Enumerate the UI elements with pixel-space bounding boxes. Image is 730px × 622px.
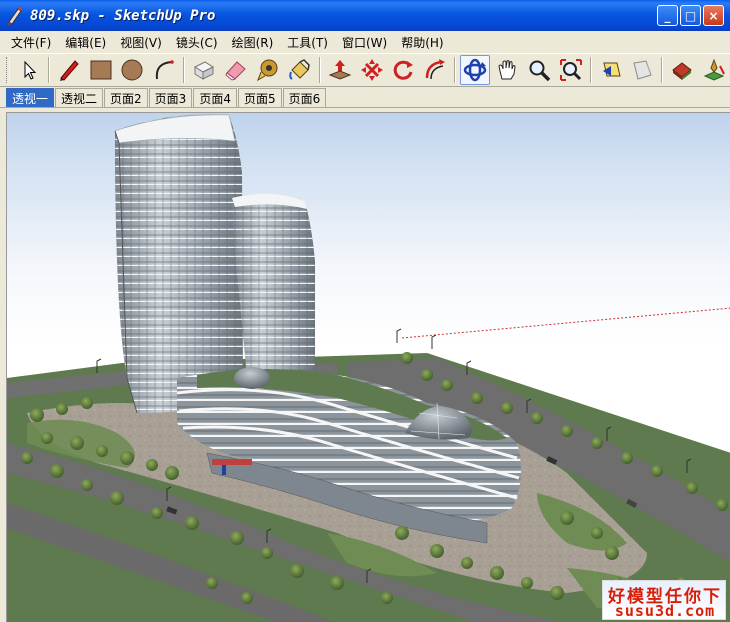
circle-icon	[121, 59, 143, 81]
zoom-extents-button[interactable]	[556, 55, 586, 85]
circle-tool-button[interactable]	[118, 55, 148, 85]
rectangle-tool-button[interactable]	[86, 55, 116, 85]
model-render	[7, 114, 730, 622]
close-icon: ×	[708, 8, 719, 23]
offset-icon	[425, 59, 446, 80]
model-viewport[interactable]: 好模型任你下 susu3d.com	[6, 112, 730, 622]
menu-bar: 文件(F) 编辑(E) 视图(V) 镜头(C) 绘图(R) 工具(T) 窗口(W…	[0, 31, 730, 53]
next-view-icon	[633, 60, 653, 80]
orbit-icon	[463, 58, 487, 82]
secondary-tower	[232, 193, 315, 379]
select-arrow-icon	[24, 60, 37, 80]
pan-tool-button[interactable]	[492, 55, 522, 85]
maximize-button[interactable]: □	[680, 5, 701, 26]
pan-hand-icon	[498, 60, 516, 80]
tape-measure-icon	[256, 59, 278, 82]
main-tower	[114, 114, 243, 414]
paint-bucket-button[interactable]	[285, 55, 315, 85]
pencil-tool-button[interactable]	[54, 55, 84, 85]
title-bar: 809.skp - SketchUp Pro _ □ ×	[0, 0, 730, 31]
maximize-icon: □	[684, 8, 697, 23]
previous-view-button[interactable]	[596, 55, 626, 85]
scene-tabs-bar: 透视一 透视二 页面2 页面3 页面4 页面5 页面6	[0, 87, 730, 108]
orbit-tool-button[interactable]	[460, 55, 491, 85]
arc-icon	[156, 60, 175, 80]
move-tool-button[interactable]	[357, 55, 387, 85]
menu-view[interactable]: 视图(V)	[113, 34, 169, 51]
arc-tool-button[interactable]	[149, 55, 179, 85]
eraser-icon	[225, 61, 246, 81]
scene-tab-perspective-2[interactable]: 透视二	[55, 88, 104, 107]
scene-tab-page-6[interactable]: 页面6	[282, 88, 327, 107]
eraser-tool-button[interactable]	[221, 55, 251, 85]
geo-location-icon	[703, 58, 725, 81]
minimize-button[interactable]: _	[657, 5, 678, 26]
menu-window[interactable]: 窗口(W)	[335, 34, 394, 51]
window-title: 809.skp - SketchUp Pro	[30, 7, 216, 24]
watermark-logo: 好模型任你下 susu3d.com	[602, 580, 726, 620]
paint-bucket-icon	[288, 59, 310, 80]
toolbar-grip[interactable]	[6, 57, 10, 83]
zoom-icon	[529, 60, 551, 82]
scene-tab-page-2[interactable]: 页面2	[104, 88, 148, 107]
move-icon	[360, 59, 383, 81]
close-button[interactable]: ×	[703, 5, 724, 26]
menu-camera[interactable]: 镜头(C)	[169, 34, 225, 51]
menu-file[interactable]: 文件(F)	[4, 34, 58, 51]
make-component-icon	[194, 61, 215, 80]
zoom-extents-icon	[559, 59, 582, 81]
zoom-tool-button[interactable]	[524, 55, 554, 85]
minimize-icon: _	[664, 8, 671, 23]
rotate-tool-button[interactable]	[388, 55, 418, 85]
tape-measure-button[interactable]	[253, 55, 283, 85]
rectangle-icon	[90, 60, 112, 80]
menu-help[interactable]: 帮助(H)	[394, 34, 450, 51]
previous-view-icon	[602, 62, 621, 77]
menu-tools[interactable]: 工具(T)	[280, 34, 335, 51]
sketchup-app-icon[interactable]	[6, 6, 24, 25]
menu-edit[interactable]: 编辑(E)	[58, 34, 113, 51]
scene-tab-perspective-1[interactable]: 透视一	[6, 88, 55, 107]
push-pull-button[interactable]	[325, 55, 355, 85]
rotate-icon	[394, 60, 414, 80]
geo-location-button[interactable]	[699, 55, 729, 85]
warehouse-icon	[672, 62, 693, 80]
warehouse-button[interactable]	[667, 55, 697, 85]
scene-tab-page-3[interactable]: 页面3	[148, 88, 193, 107]
watermark-site: susu3d.com	[614, 602, 716, 620]
pencil-icon	[59, 60, 79, 81]
next-view-button[interactable]	[627, 55, 657, 85]
push-pull-icon	[328, 60, 351, 80]
menu-draw[interactable]: 绘图(R)	[225, 34, 281, 51]
offset-tool-button[interactable]	[420, 55, 450, 85]
main-toolbar	[0, 53, 730, 87]
select-tool-button[interactable]	[14, 55, 44, 85]
make-component-button[interactable]	[189, 55, 219, 85]
scene-tab-page-4[interactable]: 页面4	[193, 88, 237, 107]
scene-tab-page-5[interactable]: 页面5	[237, 88, 282, 107]
